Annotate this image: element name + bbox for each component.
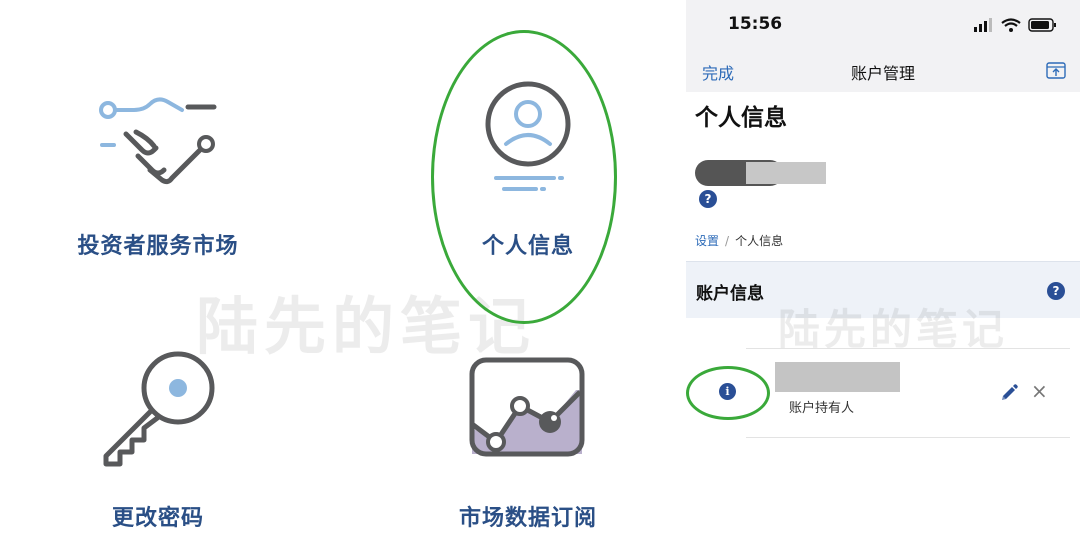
nav-title: 账户管理 xyxy=(850,64,915,83)
menu-tile-investor-services[interactable]: 投资者服务市场 xyxy=(8,70,308,270)
screenshot-root: 陆先的笔记 投资者服务市场 个人信息 更改密码 市场数据订阅 15:56 账户管… xyxy=(0,0,1080,537)
phone-screen: 15:56 账户管理 完成 个人信息 ? 设置 / 个人信息 账户信息 ? 陆先… xyxy=(686,0,1080,537)
menu-tile-label: 市场数据订阅 xyxy=(458,506,597,531)
breadcrumb-settings-link[interactable]: 设置 xyxy=(695,234,719,248)
page-title: 个人信息 xyxy=(695,105,787,131)
account-info-section-header: 账户信息 ? xyxy=(686,261,1080,318)
info-icon[interactable]: i xyxy=(719,383,736,400)
breadcrumb: 设置 / 个人信息 xyxy=(695,232,783,249)
redacted-name-block xyxy=(746,162,826,184)
help-button[interactable]: ? xyxy=(699,190,717,208)
menu-tile-label: 个人信息 xyxy=(481,234,574,259)
navigation-bar: 账户管理 完成 xyxy=(686,50,1080,92)
line-chart-icon xyxy=(469,357,585,457)
signal-icon xyxy=(974,18,992,32)
status-time: 15:56 xyxy=(728,14,783,34)
close-icon[interactable]: × xyxy=(1031,381,1048,401)
handshake-icon xyxy=(99,97,217,185)
status-icons xyxy=(974,18,1056,32)
user-profile-icon xyxy=(485,81,571,191)
edit-pencil-icon[interactable] xyxy=(999,383,1019,403)
section-title: 账户信息 xyxy=(696,284,764,304)
section-help-button[interactable]: ? xyxy=(1047,282,1065,300)
status-bar: 15:56 xyxy=(686,0,1080,50)
wifi-icon xyxy=(1001,18,1021,32)
row-divider-top xyxy=(746,348,1070,349)
breadcrumb-separator: / xyxy=(725,234,730,248)
done-button[interactable]: 完成 xyxy=(702,60,734,84)
share-icon[interactable] xyxy=(1046,60,1066,80)
breadcrumb-current: 个人信息 xyxy=(735,234,784,248)
menu-grid: 陆先的笔记 投资者服务市场 个人信息 更改密码 市场数据订阅 xyxy=(0,0,686,537)
menu-tile-change-password[interactable]: 更改密码 xyxy=(8,340,308,531)
menu-tile-market-data[interactable]: 市场数据订阅 xyxy=(378,340,678,531)
battery-icon xyxy=(1028,18,1056,32)
menu-tile-label: 投资者服务市场 xyxy=(77,234,239,259)
key-icon xyxy=(103,351,215,467)
row-divider-bottom xyxy=(746,437,1070,438)
menu-tile-personal-info[interactable]: 个人信息 xyxy=(378,70,678,270)
redacted-account-name xyxy=(775,362,900,392)
account-role-label: 账户持有人 xyxy=(789,401,855,416)
menu-tile-label: 更改密码 xyxy=(111,506,204,531)
